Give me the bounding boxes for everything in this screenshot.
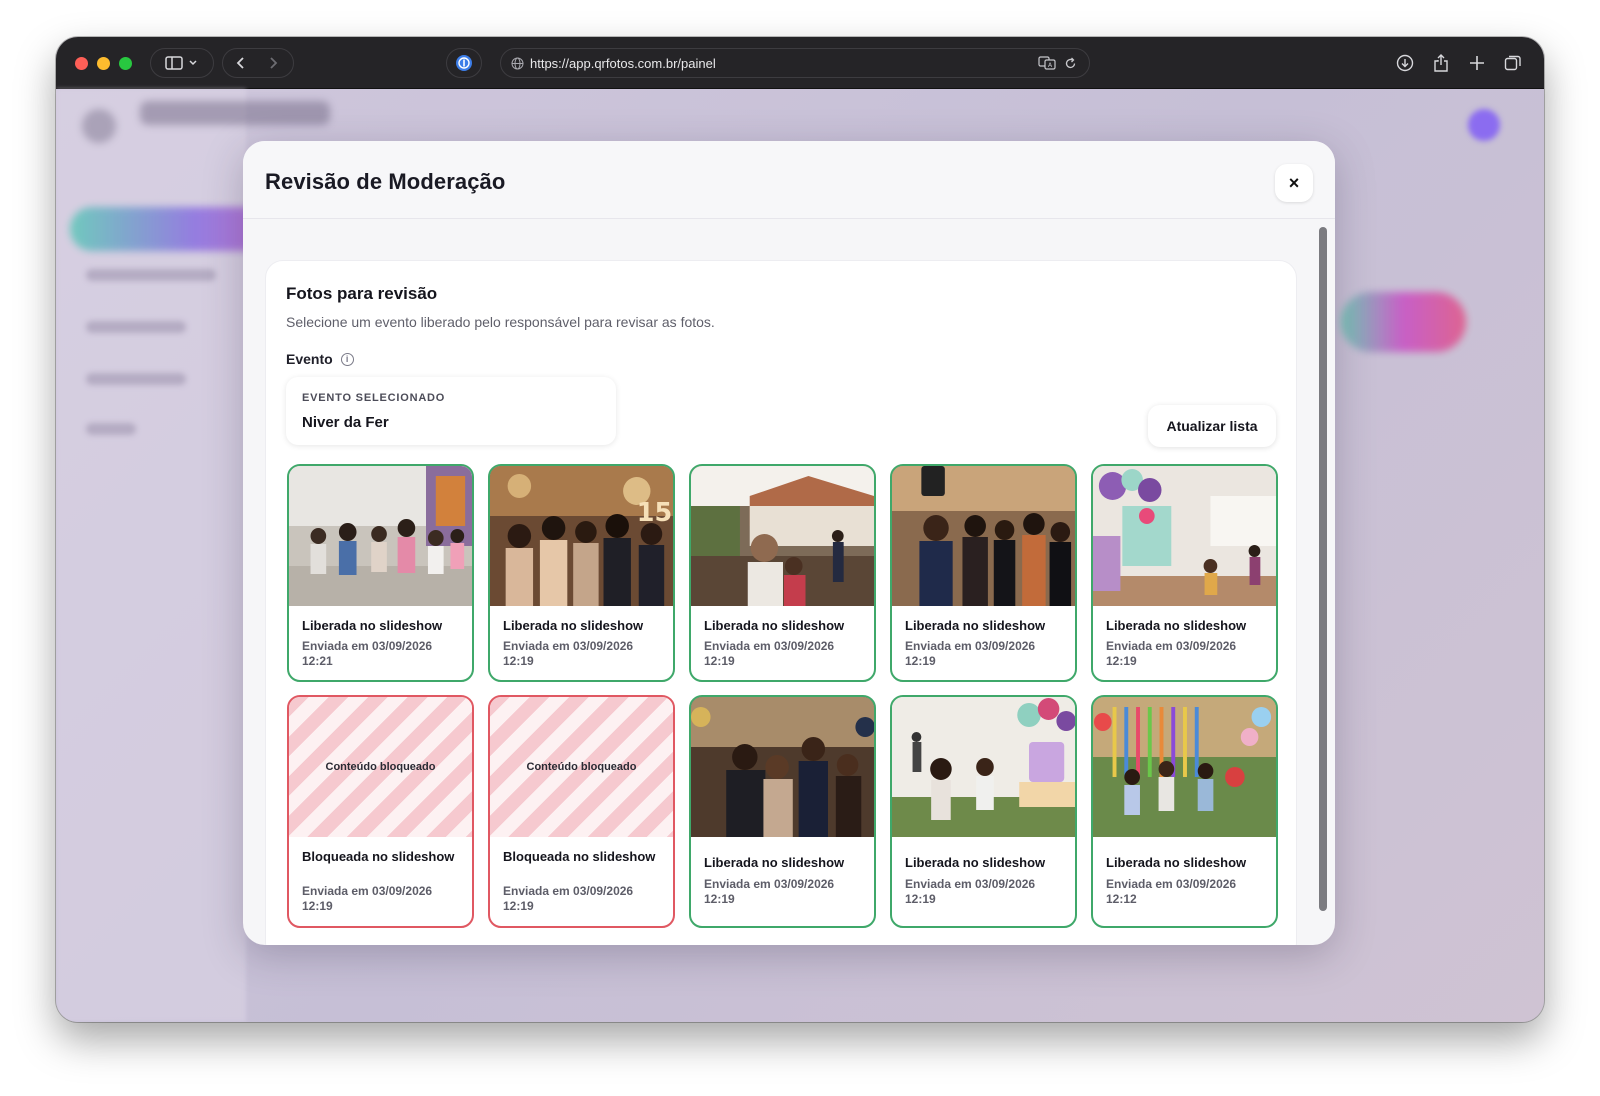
photo-status: Liberada no slideshow: [905, 855, 1046, 870]
review-title: Fotos para revisão: [286, 284, 438, 303]
history-nav: [222, 48, 294, 78]
new-tab-button[interactable]: [1462, 48, 1492, 78]
photo-card[interactable]: Liberada no slideshow Enviada em 03/09/2…: [890, 695, 1077, 928]
photo-sent-time: 12:21: [302, 654, 333, 668]
photo-sent-time: 12:19: [905, 654, 936, 668]
photo-sent-time: 12:19: [302, 899, 333, 913]
photo-card[interactable]: Liberada no slideshow Enviada em 03/09/2…: [1091, 695, 1278, 928]
photo-sent-time: 12:19: [704, 892, 735, 906]
photo-card[interactable]: Liberada no slideshow Enviada em 03/09/2…: [689, 464, 876, 682]
photo-status: Liberada no slideshow: [503, 618, 644, 633]
photo-sent-date: Enviada em 03/09/2026: [905, 877, 1036, 891]
photo-thumbnail[interactable]: [1093, 466, 1276, 606]
event-label: Evento i: [286, 351, 354, 367]
downloads-button[interactable]: [1390, 48, 1420, 78]
toolbar-actions: [1390, 48, 1528, 78]
photo-thumbnail[interactable]: [1093, 697, 1276, 837]
plus-icon: [1470, 56, 1484, 70]
tabs-icon: [1504, 55, 1521, 71]
photo-card[interactable]: Liberada no slideshow Enviada em 03/09/2…: [287, 464, 474, 682]
background-title: [140, 101, 330, 125]
photo-sent-date: Enviada em 03/09/2026: [905, 639, 1036, 653]
modal-title: Revisão de Moderação: [265, 169, 506, 194]
photo-sent-time: 12:19: [905, 892, 936, 906]
sidebar-toggle-button[interactable]: [150, 48, 214, 78]
photo-status: Liberada no slideshow: [1106, 855, 1247, 870]
minimize-window-button[interactable]: [97, 57, 110, 70]
info-icon[interactable]: i: [340, 352, 354, 366]
photo-card-blocked[interactable]: Conteúdo bloqueado Bloqueada no slidesho…: [488, 695, 675, 928]
photo-status: Liberada no slideshow: [1106, 618, 1247, 633]
background-button: [1341, 292, 1466, 352]
photo-card[interactable]: Liberada no slideshow Enviada em 03/09/2…: [689, 695, 876, 928]
photo-status: Liberada no slideshow: [905, 618, 1046, 633]
photo-sent-date: Enviada em 03/09/2026: [704, 877, 835, 891]
photo-sent-date: Enviada em 03/09/2026: [1106, 639, 1237, 653]
photo-thumbnail[interactable]: [892, 697, 1075, 837]
forward-icon[interactable]: [270, 57, 278, 69]
photo-sent-time: 12:12: [1106, 892, 1137, 906]
photo-card[interactable]: Liberada no slideshow Enviada em 03/09/2…: [890, 464, 1077, 682]
selected-event-value: Niver da Fer: [302, 414, 389, 431]
close-modal-button[interactable]: ×: [1275, 164, 1313, 202]
blocked-content-placeholder[interactable]: Conteúdo bloqueado: [289, 697, 472, 837]
photo-status: Bloqueada no slideshow: [302, 849, 455, 864]
photo-sent-date: Enviada em 03/09/2026: [302, 639, 433, 653]
close-icon: ×: [1288, 172, 1300, 193]
photo-card[interactable]: Liberada no slideshow Enviada em 03/09/2…: [1091, 464, 1278, 682]
password-manager-button[interactable]: [446, 48, 482, 78]
share-icon: [1434, 54, 1448, 72]
reload-icon[interactable]: [1064, 57, 1077, 70]
password-manager-icon: [456, 55, 472, 71]
photo-sent-time: 12:19: [704, 654, 735, 668]
review-card: Fotos para revisão Selecione um evento l…: [265, 260, 1297, 945]
photo-thumbnail[interactable]: [289, 466, 472, 606]
photo-sent-date: Enviada em 03/09/2026: [503, 884, 634, 898]
url-text: https://app.qrfotos.com.br/painel: [530, 55, 716, 71]
blocked-overlay-label: Conteúdo bloqueado: [526, 761, 637, 773]
blocked-overlay-label: Conteúdo bloqueado: [325, 761, 436, 773]
photo-thumbnail[interactable]: [892, 466, 1075, 606]
photo-status: Liberada no slideshow: [704, 618, 845, 633]
photo-thumbnail[interactable]: 15: [490, 466, 673, 606]
close-window-button[interactable]: [75, 57, 88, 70]
translate-icon[interactable]: A: [1038, 56, 1056, 70]
address-bar[interactable]: https://app.qrfotos.com.br/painel A: [500, 48, 1090, 78]
photo-sent-date: Enviada em 03/09/2026: [503, 639, 634, 653]
photo-sent-time: 12:19: [503, 899, 534, 913]
moderation-modal: Revisão de Moderação × Fotos para revisã…: [243, 141, 1335, 945]
browser-toolbar: https://app.qrfotos.com.br/painel A: [56, 37, 1544, 89]
browser-window: https://app.qrfotos.com.br/painel A Revi…: [56, 37, 1544, 1022]
photo-card[interactable]: 15 Liberada no slideshow Enviada em 03/0…: [488, 464, 675, 682]
back-icon[interactable]: [236, 57, 244, 69]
modal-header: Revisão de Moderação ×: [243, 141, 1335, 219]
tab-overview-button[interactable]: [1498, 48, 1528, 78]
event-selector[interactable]: EVENTO SELECIONADO Niver da Fer: [286, 377, 616, 445]
photo-status: Liberada no slideshow: [704, 855, 845, 870]
blocked-content-placeholder[interactable]: Conteúdo bloqueado: [490, 697, 673, 837]
photo-sent-date: Enviada em 03/09/2026: [704, 639, 835, 653]
selected-event-key: EVENTO SELECIONADO: [302, 392, 446, 404]
photo-card-blocked[interactable]: Conteúdo bloqueado Bloqueada no slidesho…: [287, 695, 474, 928]
review-subtitle: Selecione um evento liberado pelo respon…: [286, 314, 715, 330]
refresh-list-button[interactable]: Atualizar lista: [1148, 405, 1276, 447]
photo-thumbnail[interactable]: [691, 466, 874, 606]
photo-status: Bloqueada no slideshow: [503, 849, 656, 864]
photo-sent-date: Enviada em 03/09/2026: [302, 884, 433, 898]
download-icon: [1396, 54, 1414, 72]
photo-sent-time: 12:19: [503, 654, 534, 668]
modal-scrollbar[interactable]: [1319, 227, 1327, 911]
sidebar-icon: [165, 56, 197, 70]
background-avatar: [1468, 109, 1500, 141]
photo-thumbnail[interactable]: [691, 697, 874, 837]
photo-sent-date: Enviada em 03/09/2026: [1106, 877, 1237, 891]
share-button[interactable]: [1426, 48, 1456, 78]
photo-status: Liberada no slideshow: [302, 618, 443, 633]
maximize-window-button[interactable]: [119, 57, 132, 70]
background-logo: [82, 109, 116, 143]
globe-icon: [511, 57, 524, 69]
photo-sent-time: 12:19: [1106, 654, 1137, 668]
